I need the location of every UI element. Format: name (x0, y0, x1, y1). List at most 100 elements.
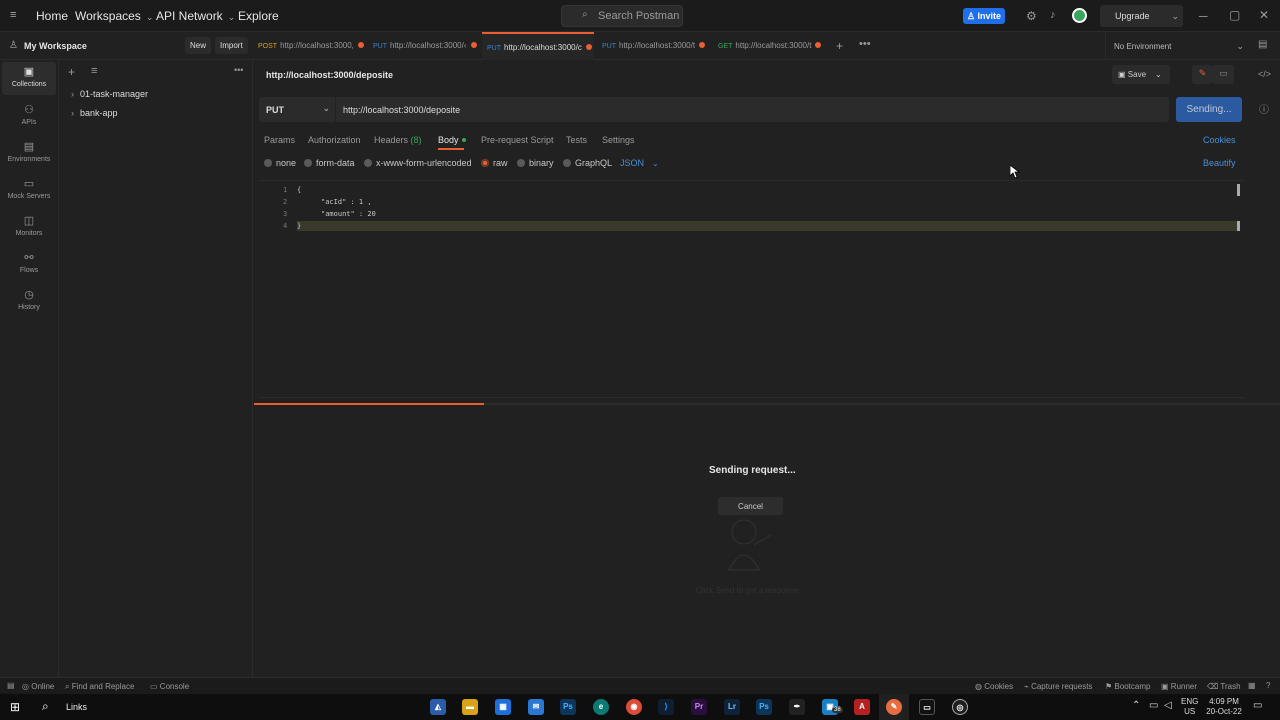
find-replace-button[interactable]: ⌕ Find and Replace (65, 682, 134, 692)
premiere-icon[interactable]: Pr (691, 699, 707, 715)
code-editor[interactable]: 1 2 3 4 { "acId" : 1 , "amount" : 20 } (259, 180, 1244, 398)
tray-chevron-icon[interactable]: ⌃ (1132, 700, 1140, 711)
request-title[interactable]: http://localhost:3000/deposite (266, 70, 393, 80)
tab-params[interactable]: Params (264, 135, 295, 145)
radio-graphql[interactable]: GraphQL (563, 158, 612, 168)
comments-icon[interactable]: ▭ (1213, 65, 1234, 84)
cookies-button[interactable]: ◍ Cookies (975, 682, 1013, 691)
environment-select[interactable]: No Environment ⌄ (1105, 32, 1247, 59)
console-button[interactable]: ▭ Console (150, 682, 189, 691)
runner-button[interactable]: ▣ Runner (1161, 682, 1197, 691)
radio-none[interactable]: none (264, 158, 296, 168)
scrollbar[interactable] (1237, 184, 1240, 196)
new-button[interactable]: New (185, 37, 212, 54)
clock[interactable]: 4:09 PM 20-Oct-22 (1205, 697, 1243, 717)
format-select[interactable]: JSON ⌄ (620, 158, 659, 168)
add-tab-icon[interactable]: + (836, 39, 843, 53)
more-tabs-icon[interactable]: ••• (859, 38, 871, 50)
request-tab-active[interactable]: PUT http://localhost:3000/c (482, 32, 594, 60)
close-icon[interactable]: ✕ (1259, 8, 1269, 22)
request-tab[interactable]: PUT http://localhost:3000/t (602, 32, 710, 60)
save-button[interactable]: ▣ Save ⌄ (1112, 65, 1170, 84)
info-icon[interactable]: ⓘ (1259, 101, 1269, 116)
vscode-icon[interactable]: ⟩ (658, 699, 674, 715)
task-view-icon[interactable]: ◭ (430, 699, 446, 715)
sidebar-toggle-icon[interactable]: ▤ (7, 681, 15, 690)
network-icon[interactable]: ▭ (1149, 700, 1158, 711)
language-indicator[interactable]: ENG US (1181, 697, 1198, 717)
request-tab[interactable]: PUT http://localhost:3000/‹ (373, 32, 478, 60)
terminal-icon[interactable]: ▭ (919, 699, 935, 715)
workspace-name[interactable]: My Workspace (24, 41, 87, 51)
sidebar-item-monitors[interactable]: ◫ Monitors (2, 211, 56, 245)
tab-tests[interactable]: Tests (566, 135, 587, 145)
tab-body[interactable]: Body (438, 135, 466, 145)
tab-settings[interactable]: Settings (602, 135, 635, 145)
menu-icon[interactable]: ≡ (10, 9, 16, 21)
avatar[interactable] (1072, 8, 1087, 23)
lightroom-icon[interactable]: Lr (724, 699, 740, 715)
store-icon[interactable]: ▦ (495, 699, 511, 715)
nav-api-network[interactable]: API Network ⌄ (156, 9, 235, 23)
notifications-icon[interactable]: ▭ (1253, 700, 1262, 711)
more-icon[interactable]: ••• (234, 65, 243, 75)
minimize-icon[interactable]: ─ (1199, 9, 1208, 23)
mail-icon[interactable]: ✉ (528, 699, 544, 715)
acrobat-icon[interactable]: A (854, 699, 870, 715)
windows-start-icon[interactable]: ⊞ (10, 700, 20, 714)
collection-item[interactable]: › bank-app (71, 108, 118, 118)
volume-icon[interactable]: ◁ (1164, 700, 1172, 711)
send-button[interactable]: Sending... (1176, 97, 1242, 122)
layout-icon[interactable]: ▦ (1248, 681, 1256, 690)
maximize-icon[interactable]: ▢ (1229, 8, 1240, 22)
sidebar-item-mock-servers[interactable]: ▭ Mock Servers (2, 174, 56, 208)
notification-bell-icon[interactable]: ♪ (1050, 9, 1056, 21)
nav-explore[interactable]: Explore (238, 9, 279, 23)
nav-workspaces[interactable]: Workspaces ⌄ (75, 9, 153, 23)
online-status[interactable]: ◎ Online (22, 682, 54, 691)
search-icon[interactable]: ⌕ (42, 699, 49, 714)
url-input[interactable]: http://localhost:3000/deposite (336, 97, 1169, 122)
photoshop-icon[interactable]: Ps (560, 699, 576, 715)
sidebar-item-collections[interactable]: ▣ Collections (2, 62, 56, 95)
tab-headers[interactable]: Headers (8) (374, 135, 422, 145)
trash-button[interactable]: ⌫ Trash (1207, 682, 1241, 691)
edge-icon[interactable]: e (593, 699, 609, 715)
file-explorer-icon[interactable]: ▬ (462, 699, 478, 715)
capture-requests-button[interactable]: ⌁ Capture requests (1024, 682, 1092, 691)
upgrade-button[interactable]: Upgrade ⌄ (1100, 5, 1183, 27)
settings-icon[interactable]: ⚙ (1026, 9, 1037, 23)
import-button[interactable]: Import (215, 37, 248, 54)
radio-form-data[interactable]: form-data (304, 158, 355, 168)
sidebar-item-history[interactable]: ◷ History (2, 285, 56, 319)
nav-home[interactable]: Home (36, 9, 68, 23)
sidebar-item-flows[interactable]: ⚯ Flows (2, 248, 56, 282)
beautify-link[interactable]: Beautify (1203, 158, 1236, 168)
collection-item[interactable]: › 01-task-manager (71, 89, 148, 99)
cookies-link[interactable]: Cookies (1203, 135, 1236, 145)
photoshop-2-icon[interactable]: Ps (756, 699, 772, 715)
request-tab[interactable]: POST http://localhost:3000, (258, 32, 366, 60)
inkscape-icon[interactable]: ✒ (789, 699, 805, 715)
environment-quick-look-icon[interactable]: ▤ (1258, 39, 1267, 50)
tab-authorization[interactable]: Authorization (308, 135, 361, 145)
method-select[interactable]: PUT ⌄ (259, 97, 335, 122)
edit-icon[interactable]: ✎ (1192, 65, 1213, 84)
code-icon[interactable]: </> (1258, 69, 1271, 79)
radio-x-www-form-urlencoded[interactable]: x-www-form-urlencoded (364, 158, 472, 168)
bootcamp-button[interactable]: ⚑ Bootcamp (1105, 682, 1150, 691)
tab-pre-request-script[interactable]: Pre-request Script (481, 135, 554, 145)
filter-icon[interactable]: ≡ (91, 65, 97, 77)
sidebar-item-apis[interactable]: ⚇ APIs (2, 100, 56, 134)
invite-button[interactable]: ♙ Invite (963, 8, 1005, 24)
sidebar-item-environments[interactable]: ▤ Environments (2, 137, 56, 171)
help-icon[interactable]: ? (1266, 681, 1270, 690)
chrome-icon[interactable]: ◉ (626, 699, 642, 715)
radio-raw[interactable]: raw (481, 158, 508, 168)
radio-binary[interactable]: binary (517, 158, 554, 168)
request-tab[interactable]: GET http://localhost:3000/t (718, 32, 826, 60)
obs-icon[interactable]: ◎ (952, 699, 968, 715)
search-input[interactable]: ⌕ Search Postman (561, 5, 683, 27)
links-toolbar[interactable]: Links (66, 702, 87, 712)
add-collection-icon[interactable]: + (68, 65, 75, 79)
